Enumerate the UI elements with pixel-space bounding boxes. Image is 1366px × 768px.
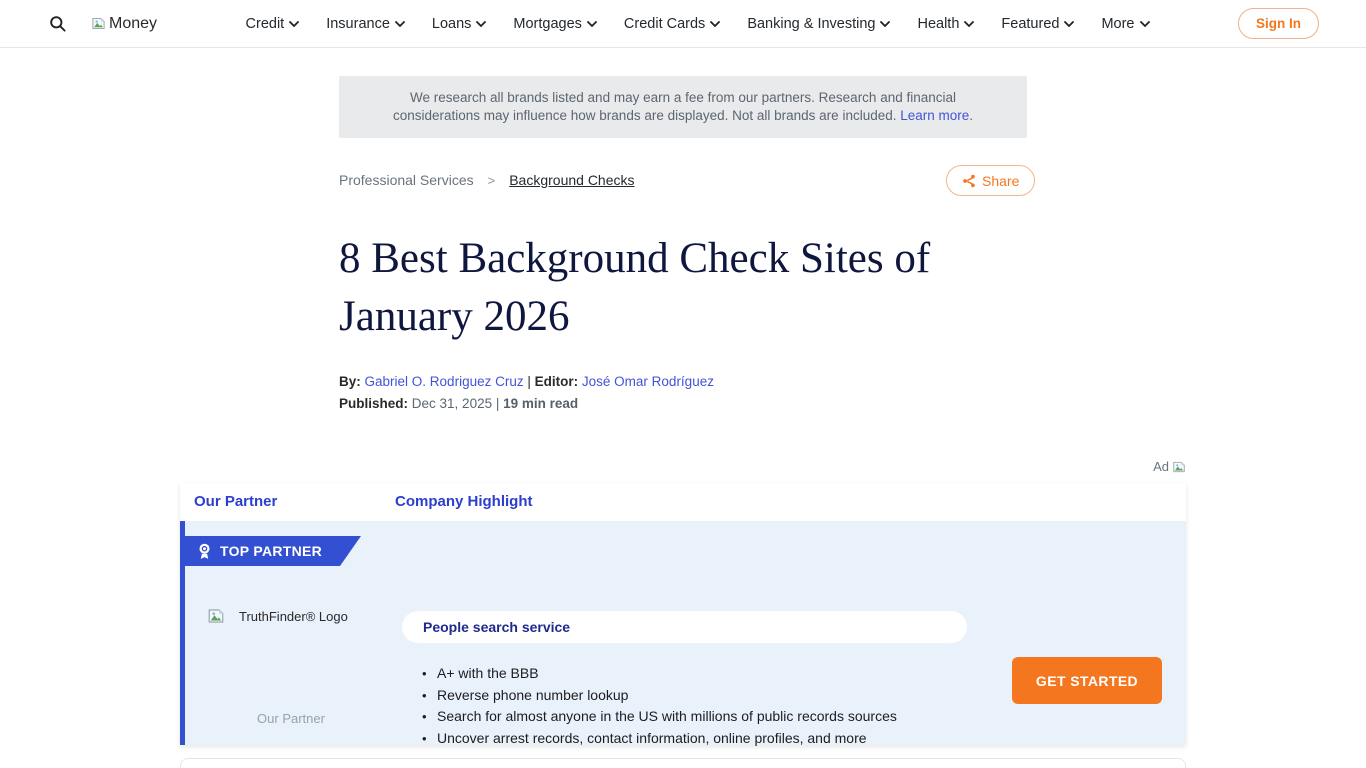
money-logo[interactable]: Money — [91, 15, 157, 33]
nav-item-loans[interactable]: Loans — [432, 16, 487, 32]
logo-text: Money — [109, 15, 157, 33]
nav-item-banking-investing[interactable]: Banking & Investing — [747, 16, 890, 32]
nav-item-more[interactable]: More — [1101, 16, 1149, 32]
highlight-bullet-list: A+ with the BBB Reverse phone number loo… — [422, 663, 982, 749]
breadcrumb: Professional Services > Background Check… — [339, 172, 635, 188]
next-partner-row-peek — [180, 758, 1186, 768]
breadcrumb-current[interactable]: Background Checks — [509, 172, 634, 188]
sign-in-button[interactable]: Sign In — [1238, 8, 1319, 39]
chevron-down-icon — [587, 21, 597, 27]
author-link[interactable]: Gabriel O. Rodriguez Cruz — [365, 374, 524, 389]
chevron-down-icon — [1064, 21, 1074, 27]
ad-label: Ad — [1153, 459, 1186, 474]
chevron-down-icon — [880, 21, 890, 27]
breadcrumb-separator: > — [488, 173, 496, 188]
broken-image-icon — [1172, 460, 1186, 474]
column-header-company-highlight: Company Highlight — [395, 493, 533, 510]
nav-item-health[interactable]: Health — [917, 16, 974, 32]
nav-item-mortgages[interactable]: Mortgages — [513, 16, 597, 32]
share-button[interactable]: Share — [946, 165, 1035, 196]
nav-item-credit-cards[interactable]: Credit Cards — [624, 16, 720, 32]
learn-more-link[interactable]: Learn more — [900, 108, 969, 123]
nav-item-insurance[interactable]: Insurance — [326, 16, 405, 32]
affiliate-disclaimer: We research all brands listed and may ea… — [339, 76, 1027, 138]
broken-image-icon — [91, 16, 106, 31]
editor-link[interactable]: José Omar Rodríguez — [582, 374, 714, 389]
chevron-down-icon — [289, 21, 299, 27]
column-header-our-partner: Our Partner — [194, 493, 277, 510]
main-nav: Credit Insurance Loans Mortgages Credit … — [157, 16, 1238, 32]
service-category-pill: People search service — [402, 611, 967, 643]
partner-logo-column: TruthFinder® Logo Our Partner — [185, 521, 397, 745]
top-partner-row: TOP PARTNER TruthFinder® Logo Our Partne… — [180, 521, 1186, 745]
chevron-down-icon — [395, 21, 405, 27]
highlight-bullet: Search for almost anyone in the US with … — [422, 706, 982, 728]
page-title: 8 Best Background Check Sites of January… — [339, 230, 1039, 347]
chevron-down-icon — [476, 21, 486, 27]
nav-item-featured[interactable]: Featured — [1001, 16, 1074, 32]
broken-image-icon — [207, 607, 225, 625]
search-button[interactable] — [48, 14, 67, 33]
nav-item-credit[interactable]: Credit — [246, 16, 300, 32]
logo-alt-text: TruthFinder® Logo — [239, 609, 348, 624]
card-header-row: Our Partner Company Highlight — [180, 483, 1186, 521]
our-partner-caption: Our Partner — [185, 711, 397, 726]
page: Money Credit Insurance Loans Mortgages C… — [0, 0, 1366, 768]
chevron-down-icon — [710, 21, 720, 27]
read-time: 19 min read — [503, 396, 578, 411]
published-date: Dec 31, 2025 — [412, 396, 492, 411]
partner-comparison-card: Our Partner Company Highlight TOP PARTNE… — [180, 483, 1186, 745]
breadcrumb-parent[interactable]: Professional Services — [339, 172, 474, 188]
truthfinder-logo[interactable]: TruthFinder® Logo — [207, 607, 348, 625]
highlight-bullet: Uncover arrest records, contact informat… — [422, 728, 982, 750]
share-icon — [962, 174, 976, 188]
highlight-bullet: Reverse phone number lookup — [422, 685, 982, 707]
chevron-down-icon — [964, 21, 974, 27]
service-category-label: People search service — [423, 619, 570, 635]
search-icon — [48, 14, 67, 33]
byline: By: Gabriel O. Rodriguez Cruz | Editor: … — [339, 374, 714, 389]
published-line: Published: Dec 31, 2025 | 19 min read — [339, 396, 578, 411]
share-label: Share — [982, 173, 1019, 189]
get-started-button[interactable]: GET STARTED — [1012, 657, 1162, 704]
disclaimer-text: We research all brands listed and may ea… — [393, 90, 956, 123]
chevron-down-icon — [1140, 21, 1150, 27]
highlight-bullet: A+ with the BBB — [422, 663, 982, 685]
top-nav-bar: Money Credit Insurance Loans Mortgages C… — [0, 0, 1366, 48]
